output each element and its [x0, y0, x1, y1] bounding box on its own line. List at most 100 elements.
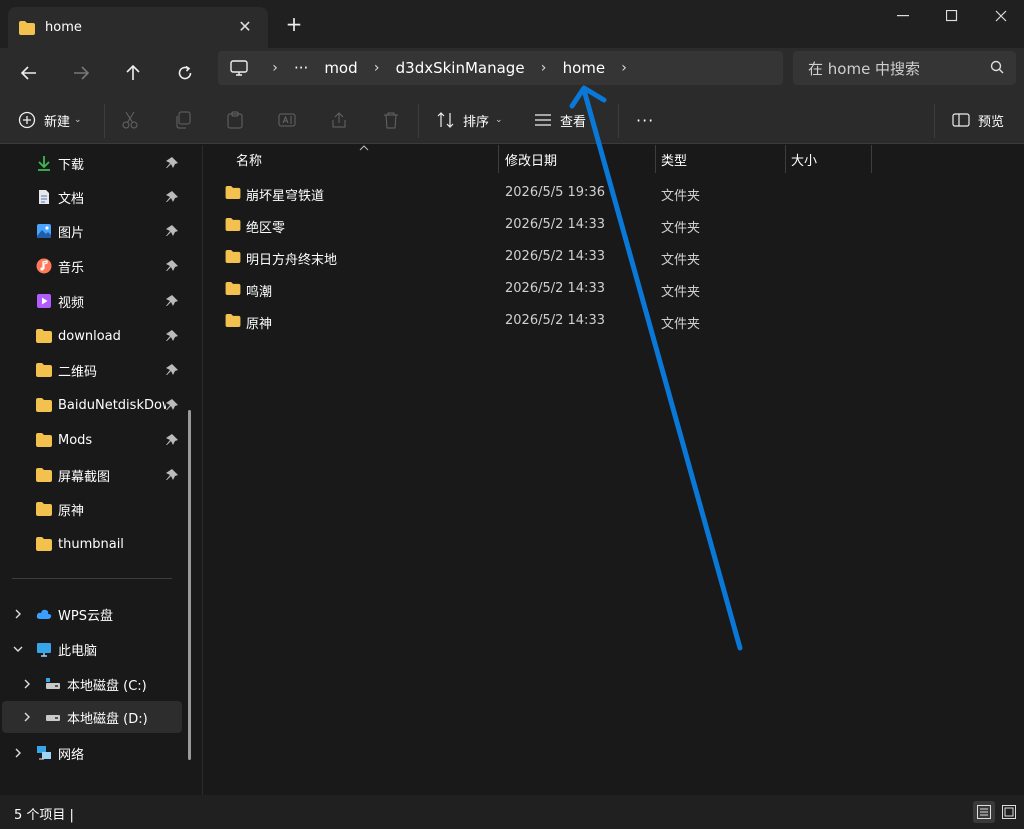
- maximize-icon[interactable]: [929, 2, 975, 30]
- sidebar-item-label: 图片: [58, 225, 85, 241]
- search-icon[interactable]: [990, 60, 1004, 74]
- more-options-icon[interactable]: ···: [636, 105, 654, 135]
- pin-icon[interactable]: [166, 434, 178, 446]
- column-divider[interactable]: [498, 145, 499, 173]
- sidebar-item-this-pc[interactable]: 此电脑: [0, 633, 200, 665]
- up-arrow-icon[interactable]: [118, 58, 148, 88]
- sidebar-item-label: 本地磁盘 (C:): [67, 678, 147, 694]
- sidebar-item-documents[interactable]: 文档: [0, 181, 200, 213]
- table-row[interactable]: 鸣潮 2026/5/2 14:33 文件夹: [220, 273, 780, 305]
- sidebar-item-downloads[interactable]: 下载: [0, 147, 200, 179]
- pin-icon[interactable]: [166, 330, 178, 342]
- details-view-icon[interactable]: [973, 801, 995, 823]
- toolbar-divider: [418, 104, 419, 138]
- back-arrow-icon[interactable]: [14, 58, 44, 88]
- sidebar-item-label: Mods: [58, 432, 93, 448]
- chevron-right-icon[interactable]: [21, 678, 33, 690]
- chevron-right-icon[interactable]: [12, 608, 24, 620]
- download-icon: [38, 156, 50, 171]
- folder-icon: [36, 468, 52, 482]
- monitor-icon[interactable]: [230, 60, 248, 76]
- chevron-right-icon[interactable]: [21, 711, 33, 723]
- sidebar-item-wps-cloud[interactable]: WPS云盘: [0, 598, 200, 630]
- column-divider[interactable]: [871, 145, 872, 173]
- rename-icon[interactable]: [275, 108, 299, 132]
- sidebar-item-download-folder[interactable]: download: [0, 320, 200, 352]
- cut-icon[interactable]: [118, 108, 142, 132]
- search-input[interactable]: 在 home 中搜索: [793, 51, 1016, 85]
- window-close-icon[interactable]: [978, 2, 1024, 30]
- chevron-down-icon: ⌄: [495, 115, 503, 125]
- pin-icon[interactable]: [166, 191, 178, 203]
- pin-icon[interactable]: [166, 260, 178, 272]
- folder-icon: [36, 329, 52, 343]
- sidebar-item-screenshots-folder[interactable]: 屏幕截图: [0, 459, 200, 491]
- breadcrumb-chevron-icon[interactable]: ›: [533, 60, 555, 76]
- column-header-date[interactable]: 修改日期: [505, 145, 557, 173]
- pin-icon[interactable]: [166, 399, 178, 411]
- table-row[interactable]: 明日方舟终末地 2026/5/2 14:33 文件夹: [220, 241, 780, 273]
- new-button[interactable]: 新建 ⌄: [18, 105, 82, 135]
- new-tab-plus-icon[interactable]: +: [284, 13, 304, 35]
- sidebar-item-pictures[interactable]: 图片: [0, 215, 200, 247]
- sidebar-item-videos[interactable]: 视频: [0, 285, 200, 317]
- pin-icon[interactable]: [166, 295, 178, 307]
- file-type: 文件夹: [661, 189, 701, 204]
- column-header-type[interactable]: 类型: [661, 145, 687, 173]
- pin-icon[interactable]: [166, 364, 178, 376]
- sidebar-item-genshin-folder[interactable]: 原神: [0, 493, 200, 525]
- breadcrumb-item-mod[interactable]: mod: [324, 59, 357, 77]
- column-divider[interactable]: [655, 145, 656, 173]
- chevron-right-icon[interactable]: [12, 747, 24, 759]
- forward-arrow-icon[interactable]: [66, 58, 96, 88]
- column-divider[interactable]: [785, 145, 786, 173]
- breadcrumb-chevron-icon[interactable]: ›: [366, 60, 388, 76]
- breadcrumb-item-home[interactable]: home: [563, 59, 606, 77]
- share-icon[interactable]: [327, 108, 351, 132]
- breadcrumb-ellipsis[interactable]: ···: [294, 59, 308, 77]
- view-list-icon: [535, 114, 551, 126]
- breadcrumb-item-d3dxskinmanage[interactable]: d3dxSkinManage: [396, 59, 525, 77]
- folder-icon: [225, 282, 241, 295]
- table-row[interactable]: 崩坏星穹铁道 2026/5/5 19:36 文件夹: [220, 177, 780, 209]
- pin-icon[interactable]: [166, 225, 178, 237]
- address-bar[interactable]: › ··· mod › d3dxSkinManage › home ›: [218, 51, 783, 85]
- sidebar-item-music[interactable]: 音乐: [0, 250, 200, 282]
- sidebar-item-drive-d[interactable]: 本地磁盘 (D:): [2, 701, 182, 733]
- minimize-icon[interactable]: [880, 2, 926, 30]
- tiles-view-icon[interactable]: [998, 801, 1020, 823]
- view-label: 查看: [560, 114, 587, 130]
- sidebar-item-thumbnail-folder[interactable]: thumbnail: [0, 528, 200, 560]
- copy-icon[interactable]: [171, 108, 195, 132]
- table-row[interactable]: 绝区零 2026/5/2 14:33 文件夹: [220, 209, 780, 241]
- pin-icon[interactable]: [166, 469, 178, 481]
- table-row[interactable]: 原神 2026/5/2 14:33 文件夹: [220, 305, 780, 337]
- preview-button[interactable]: 预览: [952, 105, 1004, 135]
- chevron-down-icon[interactable]: [12, 643, 24, 655]
- sidebar-item-mods-folder[interactable]: Mods: [0, 424, 200, 456]
- sidebar-item-network[interactable]: 网络: [0, 737, 200, 769]
- column-header-size[interactable]: 大小: [791, 145, 817, 173]
- file-date: 2026/5/2 14:33: [505, 281, 605, 296]
- breadcrumb-chevron-icon[interactable]: ›: [613, 60, 635, 76]
- paste-icon[interactable]: [223, 108, 247, 132]
- tab-home[interactable]: home ✕: [8, 7, 268, 48]
- file-date: 2026/5/2 14:33: [505, 249, 605, 264]
- breadcrumb-chevron-icon[interactable]: ›: [264, 60, 286, 76]
- sort-button[interactable]: 排序 ⌄: [437, 105, 503, 135]
- folder-icon: [36, 433, 52, 447]
- column-header-name[interactable]: 名称: [236, 145, 262, 173]
- view-button[interactable]: 查看: [534, 105, 586, 135]
- tab-close-icon[interactable]: ✕: [236, 18, 254, 36]
- search-placeholder: 在 home 中搜索: [808, 59, 921, 78]
- sidebar-item-baidunetdisk-folder[interactable]: BaiduNetdiskDownload: [0, 389, 200, 421]
- file-type: 文件夹: [661, 285, 701, 300]
- sidebar-item-drive-c[interactable]: 本地磁盘 (C:): [0, 668, 200, 700]
- sidebar-item-qrcode-folder[interactable]: 二维码: [0, 354, 200, 386]
- delete-icon[interactable]: [379, 108, 403, 132]
- refresh-icon[interactable]: [170, 58, 200, 88]
- sidebar-scrollbar[interactable]: [188, 410, 191, 760]
- status-bar: 5 个项目 |: [0, 795, 1024, 829]
- pin-icon[interactable]: [166, 157, 178, 169]
- folder-icon: [225, 314, 241, 327]
